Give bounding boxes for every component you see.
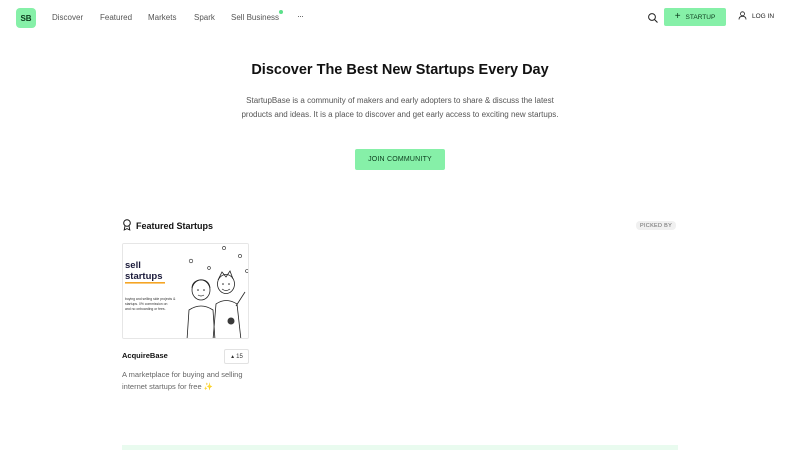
user-icon: [738, 11, 747, 22]
upvote-count: 15: [236, 353, 243, 360]
nav-link-markets[interactable]: Markets: [148, 13, 176, 22]
illustration-body-2: startups. 0% commission on: [125, 302, 168, 306]
sparkles-icon: ✨: [203, 381, 214, 391]
new-indicator-dot: [279, 10, 283, 14]
startup-card-image[interactable]: sell startups buying and selling side pr…: [122, 243, 249, 339]
section-divider-bar: [122, 445, 678, 450]
illustration-headline-1: sell: [125, 260, 141, 271]
picked-by-badge: PICKED BY: [636, 221, 677, 230]
startup-card-description: A marketplace for buying and selling int…: [122, 369, 252, 392]
startupbase-logo[interactable]: SB: [16, 8, 36, 28]
featured-startups-title: Featured Startups: [136, 221, 214, 231]
sell-startups-illustration: sell startups buying and selling side pr…: [123, 244, 248, 338]
featured-startups-heading: Featured Startups: [122, 219, 213, 233]
login-button[interactable]: LOG IN: [738, 11, 774, 22]
startup-card-title[interactable]: AcquireBase: [122, 351, 168, 360]
hero-title: Discover The Best New Startups Every Day: [251, 62, 549, 78]
hero-description: StartupBase is a community of makers and…: [241, 96, 559, 119]
startup-card-description-text: A marketplace for buying and selling int…: [122, 370, 243, 391]
login-label: LOG IN: [752, 13, 775, 20]
award-icon: [122, 219, 132, 233]
triangle-up-icon: ▲: [230, 353, 236, 360]
nav-link-sell-business[interactable]: Sell Business: [231, 13, 279, 22]
illustration-body-3: and no onboarding or fees.: [125, 307, 166, 311]
nav-more-menu[interactable]: ···: [297, 11, 304, 21]
illustration-headline-2: startups: [125, 271, 162, 282]
join-community-button[interactable]: JOIN COMMUNITY: [355, 149, 445, 170]
illustration-body-1: buying and selling side projects &: [125, 297, 176, 301]
search-icon[interactable]: [647, 11, 659, 23]
nav-link-featured[interactable]: Featured: [100, 13, 132, 22]
plus-icon: +: [674, 11, 681, 22]
add-startup-label: STARTUP: [685, 13, 716, 21]
top-navigation: SB Discover Featured Markets Spark Sell …: [0, 0, 800, 36]
nav-link-discover[interactable]: Discover: [52, 13, 83, 22]
add-startup-button[interactable]: + STARTUP: [664, 8, 726, 26]
upvote-button[interactable]: ▲ 15: [224, 349, 249, 364]
nav-link-spark[interactable]: Spark: [194, 13, 215, 22]
